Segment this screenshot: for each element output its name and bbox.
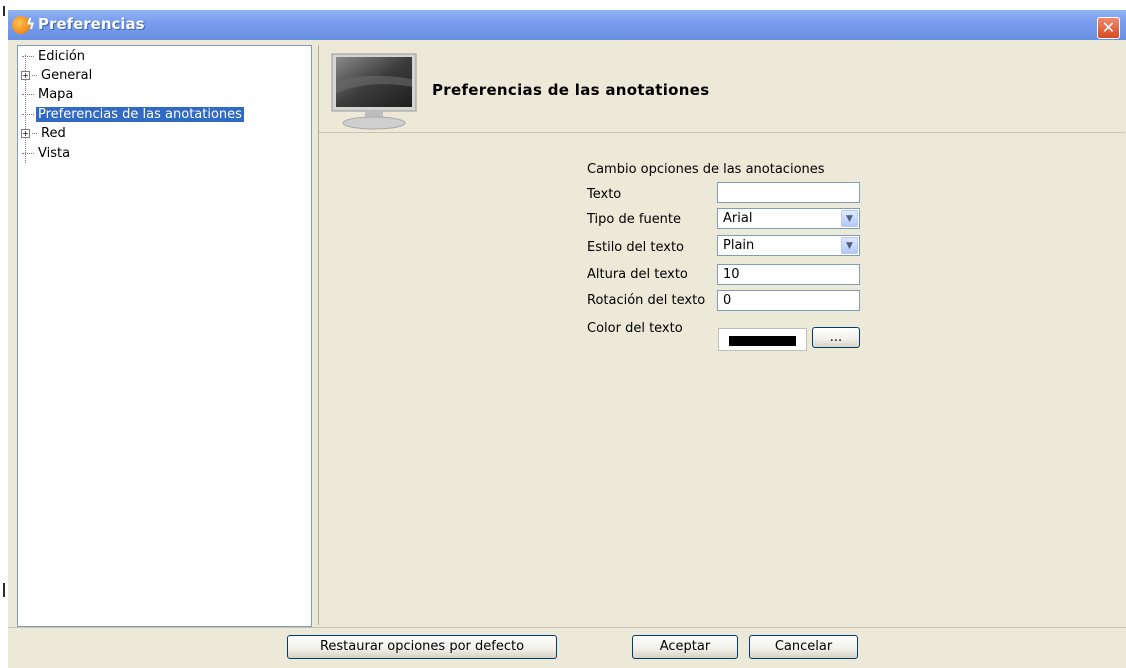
form-section-title: Cambio opciones de las anotaciones	[587, 162, 825, 177]
tree-item-red[interactable]: + Red	[21, 125, 68, 143]
section-title: Preferencias de las anotationes	[432, 81, 710, 99]
bolt-icon: ϟ	[26, 17, 36, 33]
color-swatch-fill	[729, 336, 796, 346]
tree-item-mapa[interactable]: Mapa	[22, 86, 75, 104]
expand-icon[interactable]: +	[21, 71, 30, 80]
accept-button[interactable]: Aceptar	[632, 635, 738, 659]
chevron-down-icon[interactable]: ▼	[841, 237, 858, 254]
tree-item-edicion[interactable]: Edición	[22, 48, 87, 66]
tree-item-label: Preferencias de las anotationes	[36, 107, 244, 122]
estilo-texto-value: Plain	[723, 238, 755, 253]
close-button[interactable]: ✕	[1097, 17, 1120, 39]
tree-item-general[interactable]: + General	[21, 67, 94, 85]
tree-item-label: Edición	[38, 49, 86, 64]
color-texto-label: Color del texto	[587, 321, 683, 336]
tipo-fuente-label: Tipo de fuente	[587, 212, 682, 227]
desktop-edge	[0, 0, 8, 668]
preferences-dialog: ϟ Preferencias ✕ Edición + General Mapa P…	[8, 10, 1126, 668]
altura-texto-label: Altura del texto	[587, 267, 688, 282]
tree-item-vista[interactable]: Vista	[22, 145, 72, 163]
cancel-button[interactable]: Cancelar	[749, 635, 858, 659]
title-bar[interactable]: ϟ Preferencias ✕	[8, 10, 1126, 40]
edge-mark	[3, 583, 5, 597]
monitor-icon	[331, 53, 417, 130]
rotacion-texto-input[interactable]: 0	[717, 290, 860, 311]
tree-item-label: Vista	[38, 146, 71, 161]
section-header: Preferencias de las anotationes	[319, 45, 1125, 133]
tree-item-anotaciones[interactable]: Preferencias de las anotationes	[22, 106, 244, 124]
window-title: Preferencias	[38, 15, 145, 33]
texto-input[interactable]	[717, 182, 860, 203]
estilo-texto-select[interactable]: Plain ▼	[717, 235, 860, 256]
texto-label: Texto	[587, 187, 622, 202]
tree-item-label: Red	[41, 126, 66, 141]
color-chooser-button[interactable]: ...	[812, 327, 860, 348]
preferences-content: Preferencias de las anotationes Cambio o…	[318, 45, 1125, 625]
expand-icon[interactable]: +	[21, 129, 30, 138]
estilo-texto-label: Estilo del texto	[587, 240, 684, 255]
restore-defaults-button[interactable]: Restaurar opciones por defecto	[287, 635, 557, 659]
rotacion-texto-label: Rotación del texto	[587, 293, 706, 308]
tipo-fuente-select[interactable]: Arial ▼	[717, 208, 860, 229]
tipo-fuente-value: Arial	[723, 211, 753, 226]
button-bar: Restaurar opciones por defecto Aceptar C…	[8, 628, 1126, 668]
tree-item-label: Mapa	[38, 87, 74, 102]
color-swatch[interactable]	[718, 328, 807, 351]
edge-mark	[3, 6, 5, 16]
altura-texto-input[interactable]: 10	[717, 264, 860, 285]
tree-item-label: General	[41, 68, 93, 83]
chevron-down-icon[interactable]: ▼	[841, 210, 858, 227]
preferences-tree: Edición + General Mapa Preferencias de la…	[17, 45, 312, 627]
